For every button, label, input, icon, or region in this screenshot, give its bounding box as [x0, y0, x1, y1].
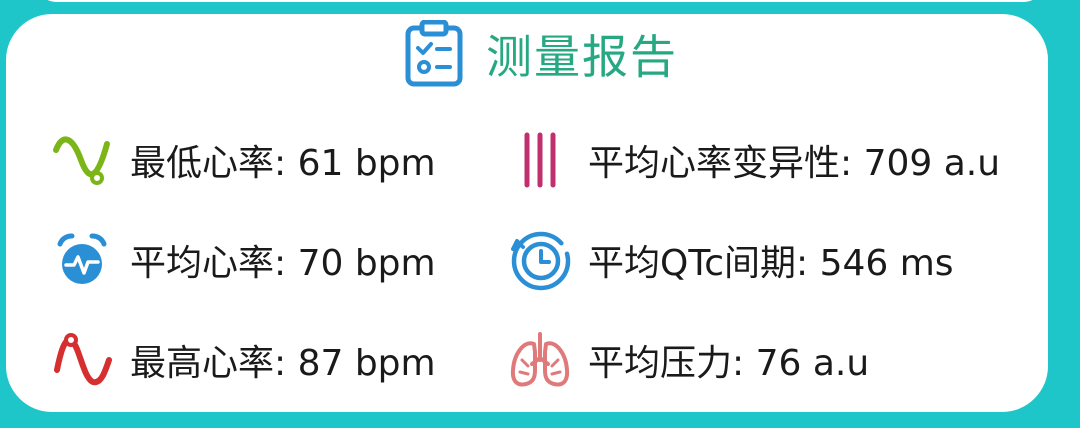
metric-label: 最高心率: 87 bpm	[130, 343, 436, 384]
metric-min-heart-rate: 最低心率: 61 bpm	[46, 124, 436, 196]
metric-label: 平均心率变异性: 709 a.u	[588, 143, 1001, 184]
heart-alarm-icon	[46, 224, 118, 296]
metric-avg-heart-rate: 平均心率: 70 bpm	[46, 224, 436, 296]
clipboard-checklist-icon	[404, 20, 464, 88]
metric-label: 平均心率: 70 bpm	[130, 243, 436, 284]
report-title: 测量报告	[486, 30, 678, 84]
high-wave-icon	[46, 324, 118, 396]
metric-label: 平均QTc间期: 546 ms	[588, 243, 954, 284]
low-wave-icon	[46, 124, 118, 196]
previous-card-edge	[38, 0, 1042, 2]
hrv-bars-icon	[504, 124, 576, 196]
metric-avg-hrv: 平均心率变异性: 709 a.u	[504, 124, 1000, 196]
metric-avg-stress: 平均压力: 76 a.u	[504, 324, 869, 396]
metric-max-heart-rate: 最高心率: 87 bpm	[46, 324, 436, 396]
clock-timer-icon	[504, 224, 576, 296]
metric-label: 最低心率: 61 bpm	[130, 143, 436, 184]
report-header: 测量报告	[404, 20, 678, 88]
lungs-icon	[504, 324, 576, 396]
metric-avg-qtc: 平均QTc间期: 546 ms	[504, 224, 954, 296]
metric-label: 平均压力: 76 a.u	[588, 343, 870, 384]
